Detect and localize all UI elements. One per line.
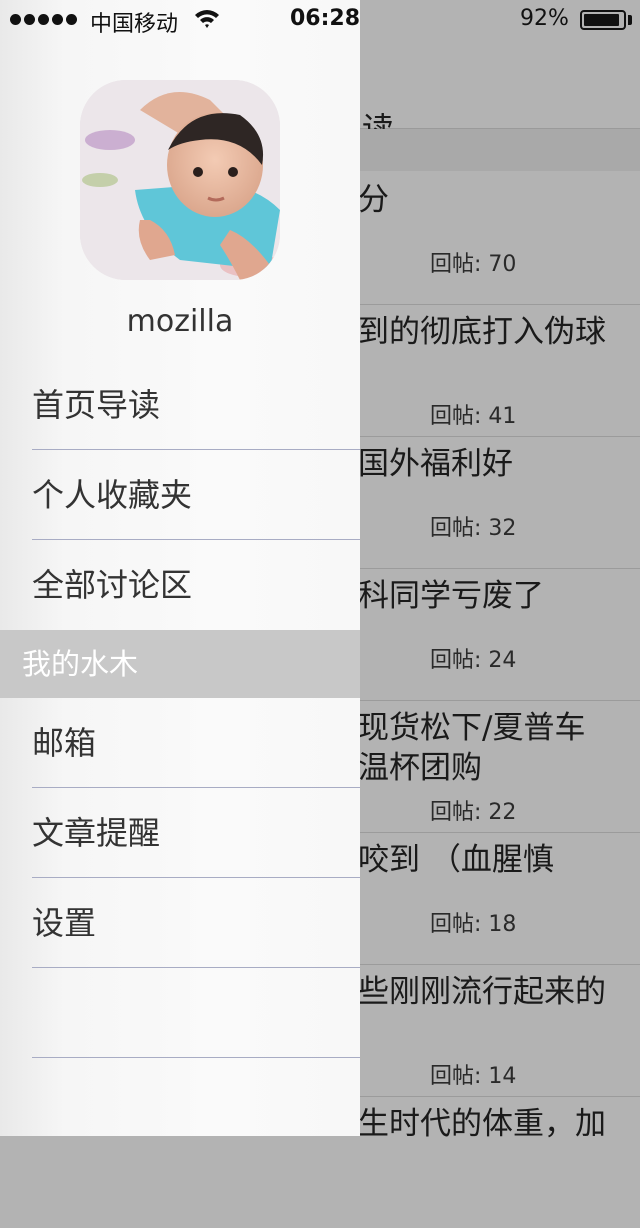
battery-tip	[628, 15, 632, 25]
menu-item-article-reminders[interactable]: 文章提醒	[32, 788, 360, 878]
article-title: 国外福利好	[358, 446, 513, 482]
menu-item-settings[interactable]: 设置	[32, 878, 360, 968]
menu-item-label: 首页导读	[32, 386, 161, 424]
carrier-name: 中国移动	[90, 12, 179, 37]
reply-count: 回帖: 24	[430, 648, 517, 673]
menu-item-home-digest[interactable]: 首页导读	[32, 360, 360, 450]
reply-count: 回帖: 18	[430, 912, 517, 937]
menu-item-label: 全部讨论区	[32, 566, 193, 604]
battery-icon	[580, 10, 626, 30]
avatar[interactable]	[80, 80, 280, 280]
status-bar: 中国移动 06:28 92%	[0, 0, 640, 40]
menu-item-label: 文章提醒	[32, 814, 161, 852]
reply-count: 回帖: 70	[430, 252, 517, 277]
side-drawer: mozilla 首页导读 个人收藏夹 全部讨论区 我的水木 邮箱 文章提醒 设置	[0, 0, 360, 1136]
reply-count: 回帖: 32	[430, 516, 517, 541]
article-title: 现货松下/夏普车 温杯团购	[358, 710, 586, 786]
battery-percent: 92%	[520, 6, 569, 31]
reply-count: 回帖: 22	[430, 800, 517, 825]
signal-strength-icon	[10, 14, 77, 25]
menu-item-all-boards[interactable]: 全部讨论区	[32, 540, 360, 629]
avatar-photo	[80, 80, 280, 280]
article-title: 分	[358, 182, 389, 218]
article-title: 生时代的体重，加	[358, 1106, 606, 1142]
status-time: 06:28	[290, 6, 361, 31]
menu-item-label: 设置	[32, 904, 97, 942]
section-header-my-smth: 我的水木	[0, 630, 360, 698]
menu-item-mailbox[interactable]: 邮箱	[32, 698, 360, 788]
menu-item-empty[interactable]	[32, 968, 360, 1058]
menu-item-label: 邮箱	[32, 724, 97, 762]
menu-item-label: 个人收藏夹	[32, 476, 193, 514]
battery-level-fill	[584, 14, 619, 26]
article-title: 些刚刚流行起来的	[358, 974, 606, 1010]
article-title: 到的彻底打入伪球	[358, 314, 606, 350]
menu-item-favorites[interactable]: 个人收藏夹	[32, 450, 360, 540]
wifi-icon	[194, 8, 220, 34]
article-title: 咬到 （血腥慎	[358, 842, 554, 878]
username: mozilla	[126, 304, 234, 339]
reply-count: 回帖: 41	[430, 404, 517, 429]
section-header-label: 我的水木	[22, 647, 139, 681]
article-title: 科同学亏废了	[358, 578, 544, 614]
reply-count: 回帖: 14	[430, 1064, 517, 1089]
